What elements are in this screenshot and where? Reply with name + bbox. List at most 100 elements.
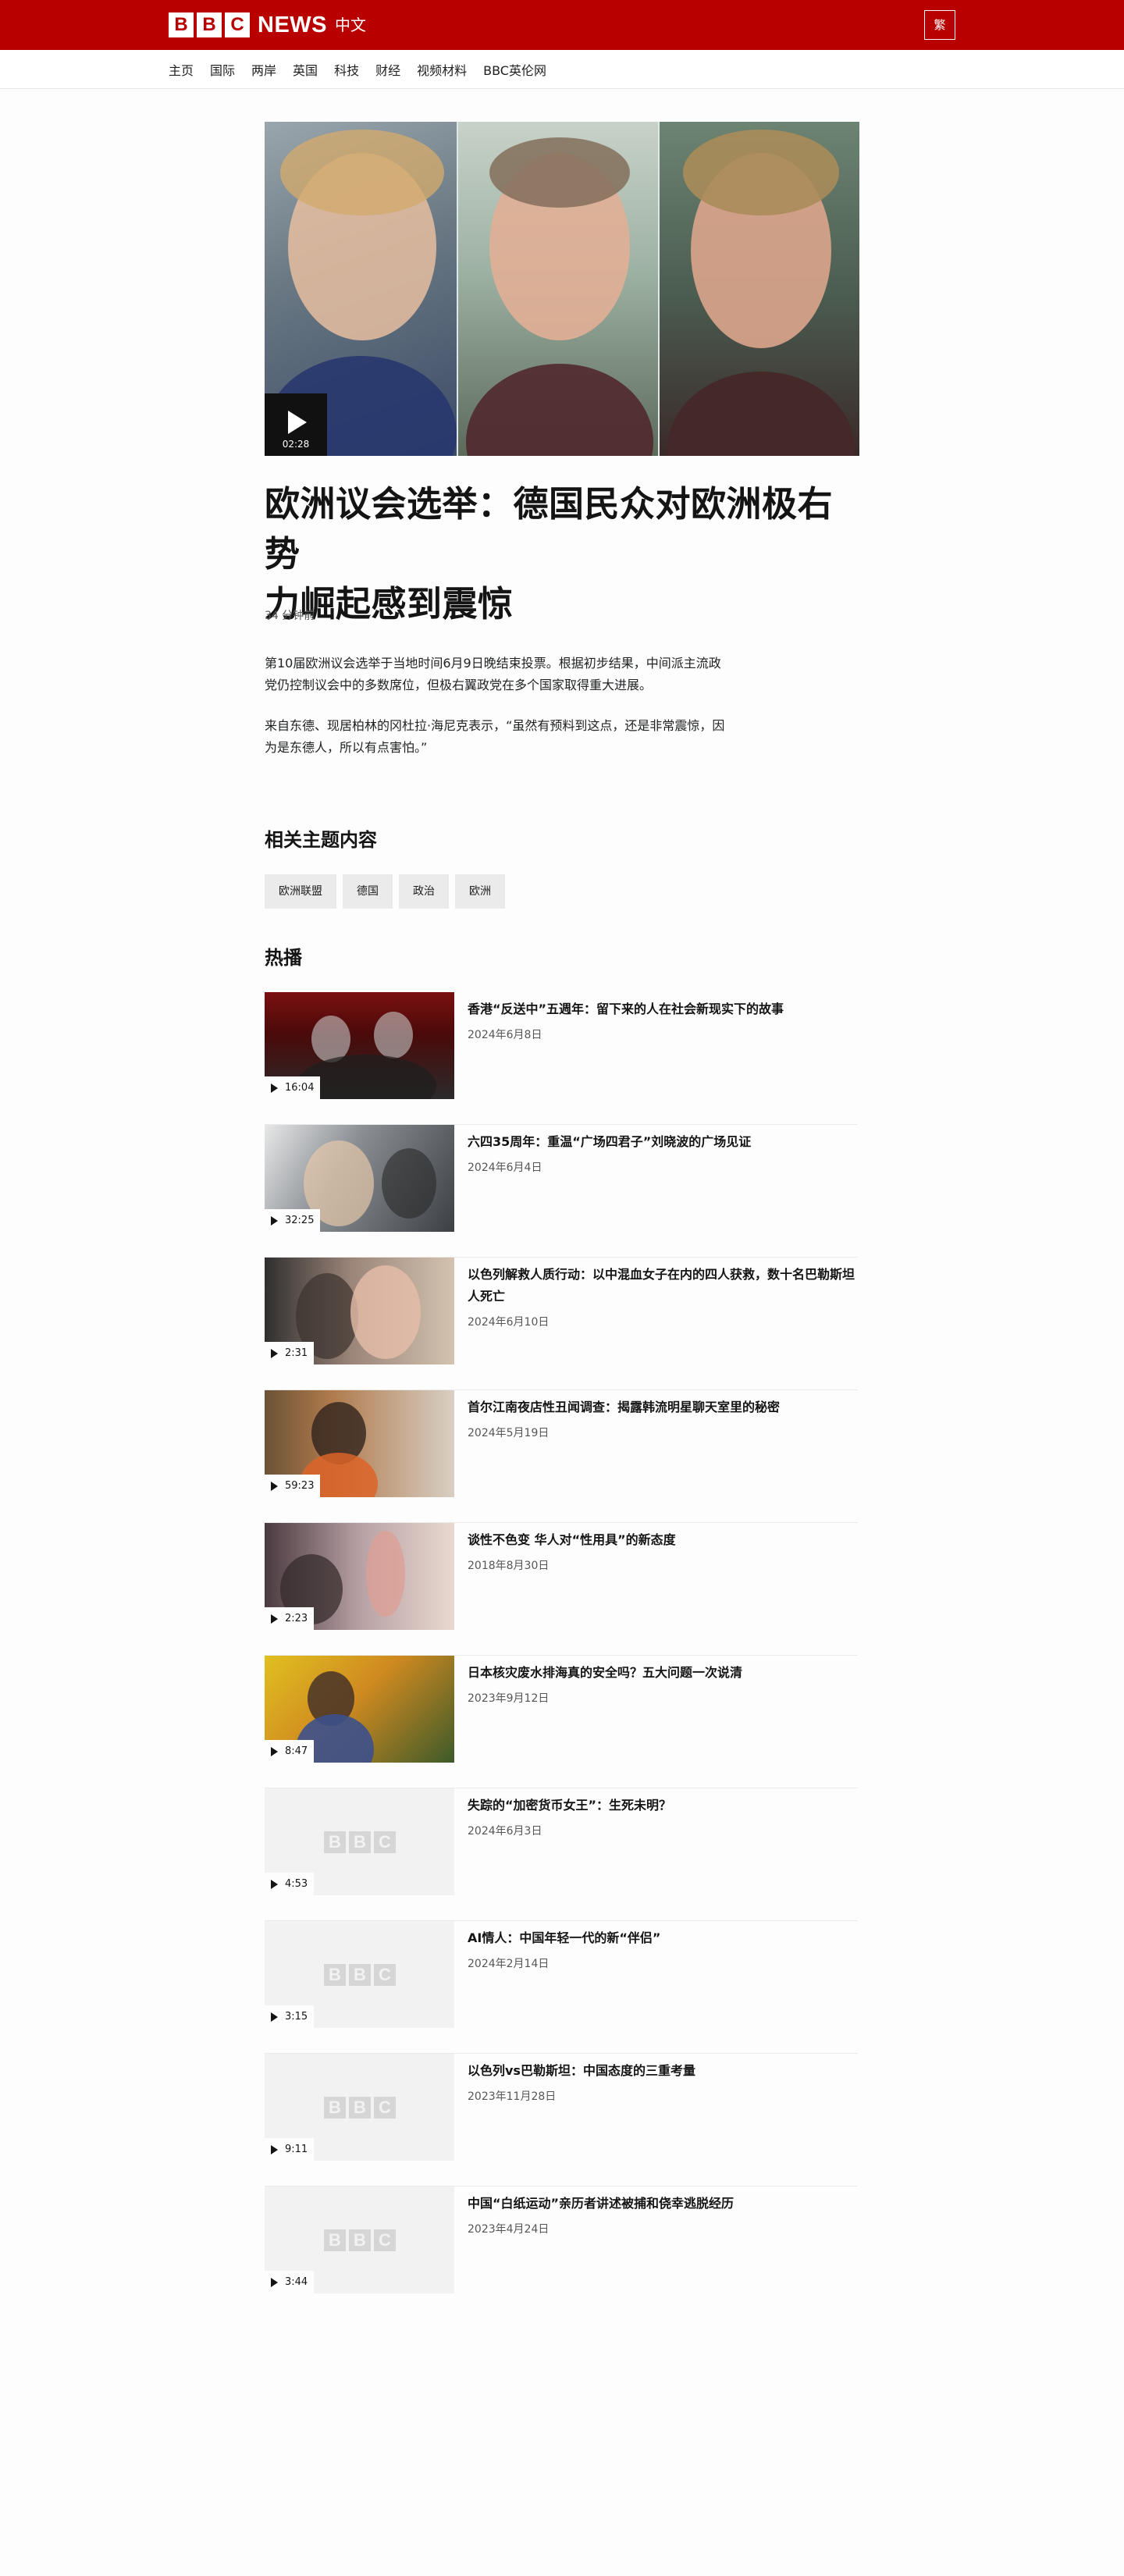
- video-title-line-1: 以色列解救人质行动：以中混血女子在内的四人获救，数十名巴勒斯坦: [468, 1267, 855, 1282]
- logo-chinese-text: 中文: [335, 16, 366, 34]
- duration-text: 2:31: [285, 1347, 308, 1359]
- article-paragraph-2: 来自东德、现居柏林的冈杜拉·海尼克表示，“虽然有预料到这点，还是非常震惊，因 为…: [265, 715, 733, 759]
- play-icon: [271, 2277, 278, 2287]
- video-duration-badge: 9:11: [265, 2138, 315, 2161]
- headline-line-1: 欧洲议会选举：德国民众对欧洲极右势: [265, 483, 834, 575]
- nav-home[interactable]: 主页: [169, 60, 194, 79]
- logo-letter-c: C: [225, 12, 250, 37]
- video-date: 2024年6月4日: [468, 1162, 542, 1174]
- video-duration-badge: 2:31: [265, 1342, 315, 1364]
- video-date: 2024年5月19日: [468, 1427, 550, 1439]
- logo-news-text: NEWS: [258, 12, 327, 37]
- play-icon: [271, 1083, 278, 1093]
- tag-eu[interactable]: 欧洲联盟: [265, 874, 336, 909]
- bbc-placeholder-logo: BBC: [324, 2229, 399, 2251]
- popular-video-item[interactable]: 2:31 以色列解救人质行动：以中混血女子在内的四人获救，数十名巴勒斯坦 人死亡…: [265, 1258, 858, 1390]
- article-paragraph-1: 第10届欧洲议会选举于当地时间6月9日晚结束投票。根据初步结果，中间派主流政 党…: [265, 653, 733, 696]
- play-icon: [288, 411, 307, 434]
- video-date: 2024年6月3日: [468, 1825, 542, 1838]
- bbc-placeholder-logo: BBC: [324, 1831, 399, 1853]
- duration-text: 59:23: [285, 1480, 315, 1492]
- video-date: 2023年4月24日: [468, 2223, 550, 2236]
- video-duration-badge: 8:47: [265, 1740, 315, 1763]
- video-duration-badge: 3:44: [265, 2271, 315, 2293]
- play-icon: [271, 1614, 278, 1624]
- bbc-placeholder-logo: BBC: [324, 2097, 399, 2119]
- play-icon: [271, 1348, 278, 1358]
- video-date: 2023年9月12日: [468, 1692, 550, 1705]
- duration-text: 16:04: [285, 1082, 315, 1094]
- nav-tech[interactable]: 科技: [334, 60, 359, 79]
- duration-text: 8:47: [285, 1745, 308, 1757]
- video-title[interactable]: 首尔江南夜店性丑闻调查：揭露韩流明星聊天室里的秘密: [468, 1397, 858, 1418]
- video-play-button[interactable]: 02:28: [265, 393, 327, 456]
- video-title-line-2: 人死亡: [468, 1289, 506, 1304]
- video-title[interactable]: 中国“白纸运动”亲历者讲述被捕和侥幸逃脱经历: [468, 2193, 858, 2215]
- popular-video-item[interactable]: 59:23 首尔江南夜店性丑闻调查：揭露韩流明星聊天室里的秘密 2024年5月1…: [265, 1390, 858, 1523]
- video-date: 2024年6月8日: [468, 1029, 542, 1041]
- tag-germany[interactable]: 德国: [343, 874, 393, 909]
- main-nav: 主页 国际 两岸 英国 科技 财经 视频材料 BBC英伦网: [0, 50, 1124, 89]
- popular-video-item[interactable]: 2:23 谈性不色变 华人对“性用具”的新态度 2018年8月30日: [265, 1523, 858, 1656]
- bbc-news-logo[interactable]: B B C NEWS 中文: [169, 12, 366, 37]
- video-date: 2018年8月30日: [468, 1560, 550, 1572]
- video-title[interactable]: 谈性不色变 华人对“性用具”的新态度: [468, 1529, 858, 1551]
- duration-text: 9:11: [285, 2144, 308, 2155]
- hero-video-image[interactable]: [265, 122, 859, 456]
- video-title[interactable]: 以色列解救人质行动：以中混血女子在内的四人获救，数十名巴勒斯坦 人死亡: [468, 1264, 858, 1308]
- nav-video[interactable]: 视频材料: [417, 60, 467, 79]
- video-date: 2024年2月14日: [468, 1958, 550, 1970]
- related-topics-heading: 相关主题内容: [265, 829, 377, 851]
- video-duration-badge: 4:53: [265, 1873, 315, 1895]
- video-duration-badge: 3:15: [265, 2005, 315, 2028]
- video-duration-badge: 59:23: [265, 1475, 321, 1497]
- popular-video-item[interactable]: BBC 9:11 以色列vs巴勒斯坦：中国态度的三重考量 2023年11月28日: [265, 2054, 858, 2186]
- nav-cross-strait[interactable]: 两岸: [251, 60, 276, 79]
- play-icon: [271, 2012, 278, 2022]
- logo-letter-b1: B: [169, 12, 194, 37]
- video-title[interactable]: 六四35周年：重温“广场四君子”刘晓波的广场见证: [468, 1131, 858, 1153]
- video-title[interactable]: 以色列vs巴勒斯坦：中国态度的三重考量: [468, 2060, 858, 2082]
- nav-uk[interactable]: 英国: [293, 60, 318, 79]
- video-title[interactable]: AI情人：中国年轻一代的新“伴侣”: [468, 1927, 858, 1949]
- popular-heading: 热播: [265, 947, 302, 969]
- play-icon: [271, 1746, 278, 1756]
- video-duration-badge: 2:23: [265, 1607, 315, 1630]
- traditional-chinese-toggle[interactable]: 繁: [924, 10, 955, 40]
- play-icon: [271, 1879, 278, 1889]
- top-header: B B C NEWS 中文 繁: [0, 0, 1124, 50]
- video-title[interactable]: 日本核灾废水排海真的安全吗？五大问题一次说清: [468, 1662, 858, 1684]
- nav-international[interactable]: 国际: [210, 60, 235, 79]
- popular-video-item[interactable]: 16:04 香港“反送中”五週年：留下来的人在社会新现实下的故事 2024年6月…: [265, 992, 858, 1125]
- play-icon: [271, 2144, 278, 2154]
- popular-video-item[interactable]: BBC 3:15 AI情人：中国年轻一代的新“伴侣” 2024年2月14日: [265, 1921, 858, 2054]
- popular-video-item[interactable]: 32:25 六四35周年：重温“广场四君子”刘晓波的广场见证 2024年6月4日: [265, 1125, 858, 1258]
- nav-bbc-english[interactable]: BBC英伦网: [483, 60, 546, 79]
- paragraph-1-line-2: 党仍控制议会中的多数席位，但极右翼政党在多个国家取得重大进展。: [265, 678, 653, 692]
- video-duration-badge: 32:25: [265, 1209, 321, 1232]
- play-icon: [271, 1215, 278, 1226]
- interviewee-2-image: [457, 122, 658, 456]
- interviewee-3-image: [658, 122, 859, 456]
- video-date: 2024年6月10日: [468, 1316, 550, 1329]
- video-title[interactable]: 香港“反送中”五週年：留下来的人在社会新现实下的故事: [468, 998, 858, 1020]
- video-title[interactable]: 失踪的“加密货币女王”：生死未明？: [468, 1795, 858, 1816]
- logo-letter-b2: B: [197, 12, 222, 37]
- duration-text: 3:15: [285, 2011, 308, 2023]
- duration-text: 4:53: [285, 1878, 308, 1890]
- play-icon: [271, 1481, 278, 1491]
- popular-video-item[interactable]: BBC 4:53 失踪的“加密货币女王”：生死未明？ 2024年6月3日: [265, 1788, 858, 1921]
- paragraph-2-line-2: 为是东德人，所以有点害怕。”: [265, 740, 428, 755]
- video-duration: 02:28: [282, 439, 310, 450]
- paragraph-2-line-1: 来自东德、现居柏林的冈杜拉·海尼克表示，“虽然有预料到这点，还是非常震惊，因: [265, 718, 725, 733]
- duration-text: 3:44: [285, 2276, 308, 2288]
- popular-video-item[interactable]: 8:47 日本核灾废水排海真的安全吗？五大问题一次说清 2023年9月12日: [265, 1656, 858, 1788]
- video-duration-badge: 16:04: [265, 1076, 321, 1099]
- nav-finance[interactable]: 财经: [375, 60, 400, 79]
- tag-politics[interactable]: 政治: [399, 874, 449, 909]
- tag-europe[interactable]: 欧洲: [455, 874, 505, 909]
- paragraph-1-line-1: 第10届欧洲议会选举于当地时间6月9日晚结束投票。根据初步结果，中间派主流政: [265, 656, 721, 671]
- related-topics-tags: 欧洲联盟 德国 政治 欧洲: [265, 874, 511, 909]
- article-headline: 欧洲议会选举：德国民众对欧洲极右势 力崛起感到震惊: [265, 479, 866, 629]
- popular-video-item[interactable]: BBC 3:44 中国“白纸运动”亲历者讲述被捕和侥幸逃脱经历 2023年4月2…: [265, 2186, 858, 2319]
